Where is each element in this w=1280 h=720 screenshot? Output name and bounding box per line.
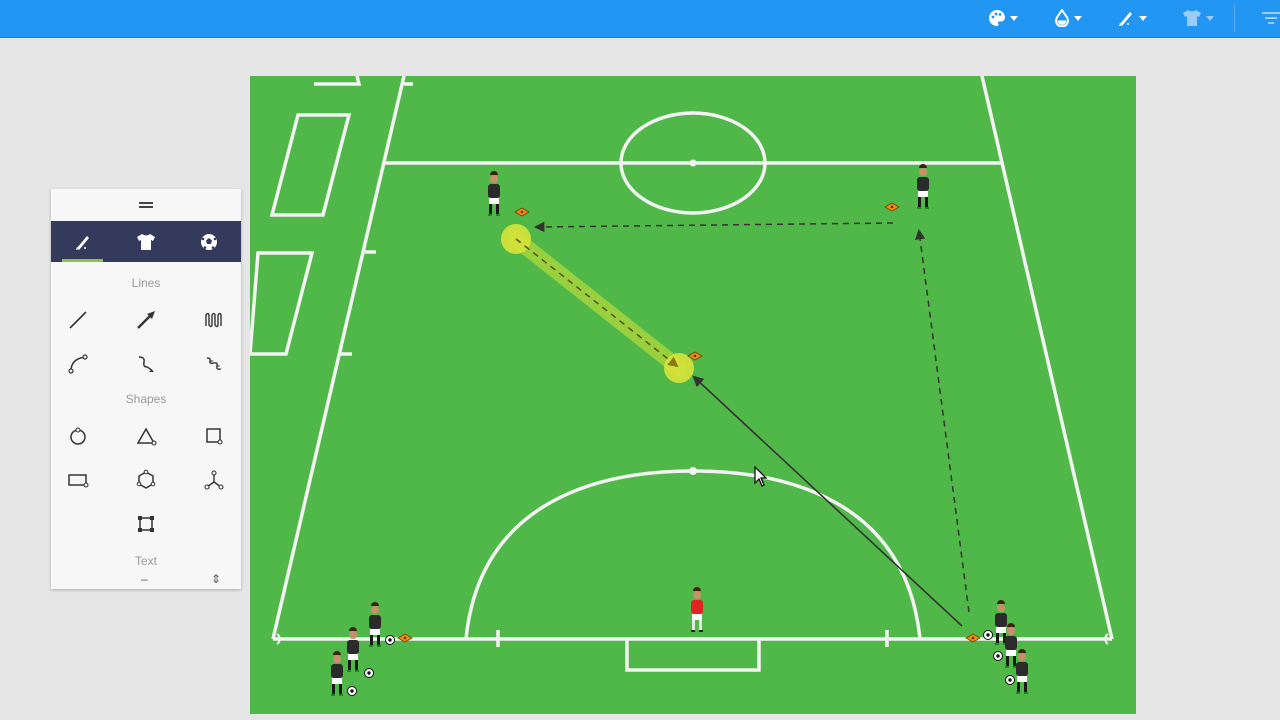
text-tools-row: – ⇕ — [51, 572, 241, 586]
drag-handle[interactable] — [51, 189, 241, 221]
wavy-line-tool[interactable] — [180, 342, 241, 386]
filter-button[interactable] — [1262, 5, 1280, 31]
top-toolbar — [0, 0, 1280, 38]
triangle-shape-tool[interactable] — [112, 414, 180, 458]
zigzag-line-tool[interactable] — [180, 298, 241, 342]
tab-players[interactable] — [114, 221, 177, 262]
wavy-line-icon — [206, 357, 222, 370]
square-shape-tool[interactable] — [180, 414, 241, 458]
line-tools — [51, 298, 241, 386]
fill-color-button[interactable] — [1054, 5, 1082, 31]
drawing-canvas[interactable] — [250, 76, 1136, 714]
star-shape-tool[interactable] — [180, 458, 241, 502]
circle-shape-icon — [70, 427, 86, 445]
shape-tools — [51, 414, 241, 546]
palette-button[interactable] — [988, 5, 1018, 31]
pen-style-button[interactable] — [1117, 5, 1147, 31]
frame-shape-tool[interactable] — [112, 502, 180, 546]
tools-panel: Lines Shapes Text – ⇕ — [51, 189, 241, 589]
square-shape-icon — [206, 428, 223, 445]
pencil-icon — [75, 235, 89, 250]
shirt-icon — [136, 233, 155, 250]
tab-equipment[interactable] — [178, 221, 241, 262]
arrow-line-tool[interactable] — [112, 298, 180, 342]
rectangle-shape-icon — [68, 474, 89, 488]
jersey-style-button[interactable] — [1182, 5, 1214, 31]
polygon-shape-tool[interactable] — [112, 458, 180, 502]
chevron-down-icon — [1139, 15, 1147, 21]
tab-lines[interactable] — [51, 221, 114, 262]
toolbar-divider — [1234, 4, 1235, 32]
freehand-line-tool[interactable] — [112, 342, 180, 386]
chevron-down-icon — [1206, 15, 1214, 21]
mouse-cursor-icon — [754, 466, 768, 487]
circle-shape-tool[interactable] — [51, 414, 112, 458]
polygon-shape-icon — [136, 469, 156, 489]
triangle-shape-icon — [136, 427, 157, 446]
water-drop-icon — [1054, 9, 1070, 27]
pen-style-icon — [1119, 12, 1132, 26]
frame-shape-icon — [138, 516, 154, 532]
straight-line-icon — [69, 311, 87, 329]
chevron-down-icon — [1074, 15, 1082, 21]
curved-line-tool[interactable] — [51, 342, 112, 386]
freehand-line-icon — [138, 356, 154, 373]
arrow-line-icon — [137, 311, 155, 329]
tools-tabs — [51, 221, 241, 262]
drag-handle-icon — [139, 202, 153, 208]
star-shape-icon — [204, 470, 224, 490]
zigzag-line-icon — [205, 312, 222, 328]
chevron-down-icon — [1010, 15, 1018, 21]
text-size-stepper-icon[interactable]: ⇕ — [211, 572, 221, 586]
palette-icon — [989, 10, 1005, 26]
futsal-pitch — [250, 76, 1136, 714]
curved-line-icon — [68, 354, 88, 374]
soccer-ball-icon — [201, 233, 218, 250]
straight-line-tool[interactable] — [51, 298, 112, 342]
rectangle-shape-tool[interactable] — [51, 458, 112, 502]
text-tool-dash-icon[interactable]: – — [141, 572, 148, 586]
text-section-title: Text — [134, 554, 157, 568]
jersey-icon — [1183, 10, 1201, 26]
lines-section-title: Lines — [131, 276, 161, 290]
filter-icon — [1262, 12, 1280, 24]
shapes-section-title: Shapes — [125, 392, 167, 406]
